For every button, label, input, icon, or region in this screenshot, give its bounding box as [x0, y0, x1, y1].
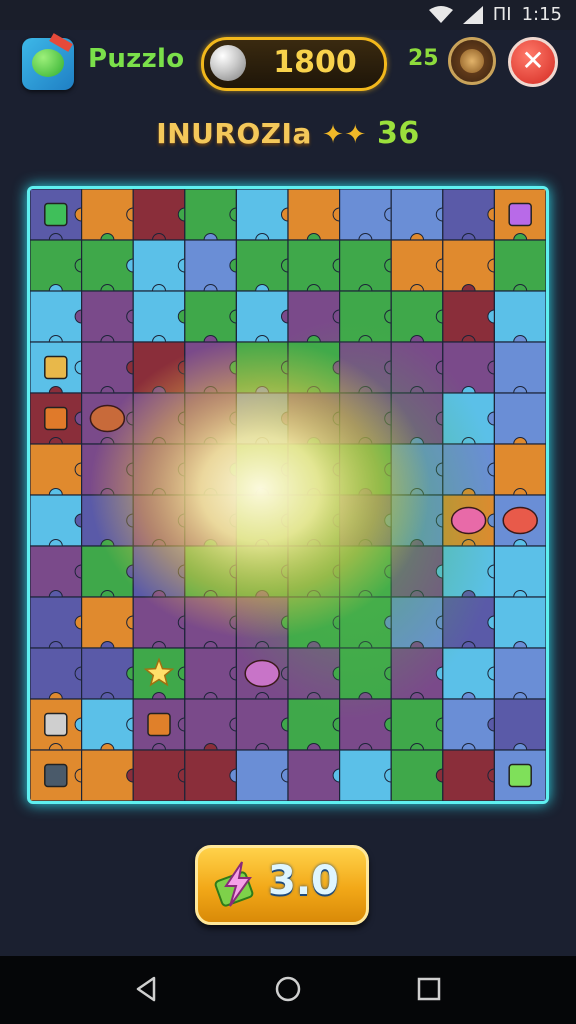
puzzle-piece[interactable]: [390, 189, 444, 241]
puzzle-piece[interactable]: [339, 749, 392, 801]
puzzle-piece[interactable]: [132, 290, 186, 343]
puzzle-title-text: INUROZIa: [156, 117, 312, 150]
clock: 1:15: [521, 4, 562, 25]
app-name: Puzzlo: [88, 44, 185, 74]
close-button[interactable]: ✕: [508, 37, 558, 87]
coin-value: 1800: [273, 45, 357, 80]
puzzle-piece[interactable]: [184, 749, 238, 801]
status-bar: ΠI 1:15: [0, 0, 576, 30]
puzzle-piece[interactable]: [80, 239, 134, 292]
bug-icon[interactable]: [502, 506, 538, 535]
puzzle-piece[interactable]: [184, 239, 238, 292]
puzzle-piece[interactable]: [235, 698, 289, 751]
puzzle-piece[interactable]: [339, 189, 392, 241]
puzzle-piece[interactable]: [442, 749, 495, 801]
puzzle-piece[interactable]: [390, 749, 444, 801]
puzzle-piece[interactable]: [132, 749, 186, 801]
puzzle-piece[interactable]: [493, 596, 546, 649]
wifi-icon: [428, 5, 453, 23]
chat-bubble-icon[interactable]: [22, 33, 74, 90]
coin-icon: [210, 45, 246, 81]
wand-icon[interactable]: [508, 763, 532, 788]
level-number: 25: [408, 46, 439, 71]
coin-counter[interactable]: 1800: [201, 37, 387, 91]
puzzle-piece[interactable]: [80, 189, 134, 241]
home-icon[interactable]: [273, 974, 303, 1004]
puzzle-piece[interactable]: [132, 189, 186, 241]
stars-count: 36: [376, 116, 420, 151]
puzzle-piece[interactable]: [493, 341, 546, 394]
frame-icon[interactable]: [44, 712, 68, 737]
recents-icon[interactable]: [414, 974, 444, 1004]
ufo-icon[interactable]: [244, 659, 280, 688]
puzzle-piece[interactable]: [30, 290, 83, 343]
puzzle-piece[interactable]: [80, 341, 134, 394]
tablet-icon[interactable]: [44, 763, 68, 788]
puzzle-piece[interactable]: [184, 290, 238, 343]
puzzle-piece[interactable]: [390, 239, 444, 292]
boost-button[interactable]: 3.0: [195, 845, 369, 925]
puzzle-piece[interactable]: [30, 545, 83, 598]
gem-icon[interactable]: [508, 202, 532, 227]
puzzle-piece[interactable]: [30, 596, 83, 649]
puzzle-piece[interactable]: [287, 749, 341, 801]
puzzle-piece[interactable]: [493, 392, 546, 445]
puzzle-piece[interactable]: [132, 239, 186, 292]
puzzle-piece[interactable]: [493, 239, 546, 292]
puzzle-piece[interactable]: [235, 749, 289, 801]
monster-icon[interactable]: [89, 404, 126, 433]
puzzle-piece[interactable]: [235, 290, 289, 343]
puzzle-piece[interactable]: [287, 189, 341, 241]
chest-icon[interactable]: [44, 406, 68, 431]
close-icon: ✕: [521, 44, 545, 77]
puzzle-piece[interactable]: [493, 647, 546, 700]
puzzle-piece[interactable]: [442, 189, 495, 241]
picture-icon[interactable]: [44, 355, 68, 380]
puzzle-piece[interactable]: [80, 698, 134, 751]
grid-icon[interactable]: [44, 202, 68, 227]
puzzle-piece[interactable]: [80, 647, 134, 700]
puzzle-piece[interactable]: [493, 545, 546, 598]
book-icon[interactable]: [147, 712, 171, 737]
puzzle-piece[interactable]: [339, 239, 392, 292]
puzzle-piece[interactable]: [30, 239, 83, 292]
signal-icon: [462, 5, 483, 24]
puzzle-piece[interactable]: [442, 290, 495, 343]
puzzle-piece[interactable]: [493, 290, 546, 343]
puzzle-grid[interactable]: [30, 189, 546, 801]
puzzle-board[interactable]: [27, 186, 549, 804]
creature-icon[interactable]: [450, 506, 487, 535]
lightning-box-icon: [214, 861, 254, 907]
puzzle-piece[interactable]: [30, 494, 83, 547]
puzzle-piece[interactable]: [80, 290, 134, 343]
puzzle-piece[interactable]: [184, 698, 238, 751]
puzzle-piece[interactable]: [493, 443, 546, 496]
stars-icon: ✦✦: [322, 120, 367, 150]
puzzle-piece[interactable]: [30, 443, 83, 496]
puzzle-piece[interactable]: [442, 698, 495, 751]
puzzle-piece[interactable]: [184, 647, 238, 700]
boost-value: 3.0: [268, 858, 339, 904]
battery-icon: ΠI: [492, 4, 512, 25]
puzzle-piece[interactable]: [80, 596, 134, 649]
puzzle-piece[interactable]: [235, 189, 289, 241]
puzzle-piece[interactable]: [287, 239, 341, 292]
puzzle-piece[interactable]: [184, 189, 238, 241]
cookie-badge-icon[interactable]: [448, 37, 496, 85]
puzzle-piece[interactable]: [235, 239, 289, 292]
puzzle-piece[interactable]: [493, 698, 546, 751]
puzzle-piece[interactable]: [442, 239, 495, 292]
puzzle-piece[interactable]: [30, 647, 83, 700]
back-icon[interactable]: [132, 974, 162, 1004]
puzzle-piece[interactable]: [80, 749, 134, 801]
navigation-bar: [0, 956, 576, 1024]
puzzle-title: INUROZIa ✦✦ 36: [0, 116, 576, 151]
